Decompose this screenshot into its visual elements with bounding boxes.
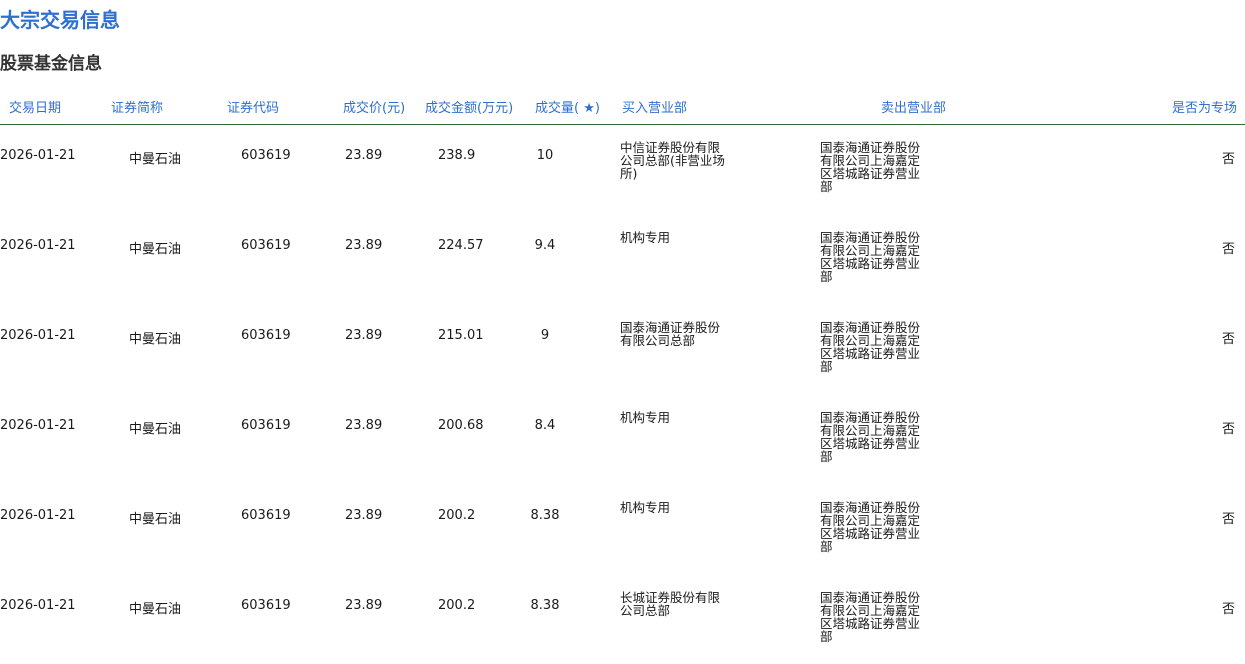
table-row: 2026-01-21 中曼石油 603619 23.89 200.68 8.4 … (0, 388, 1245, 478)
cell-buyer: 长城证券股份有限公司总部 (620, 590, 721, 618)
cell-code: 603619 (241, 418, 291, 433)
cell-name: 中曼石油 (129, 512, 182, 527)
page-title: 大宗交易信息 (0, 8, 120, 32)
cell-seller: 国泰海通证券股份有限公司上海嘉定区塔城路证券营业部 (820, 500, 921, 554)
column-header-buyer[interactable]: 买入营业部 (622, 97, 687, 116)
cell-volume: 9.4 (534, 238, 556, 253)
cell-date: 2026-01-21 (0, 508, 76, 523)
cell-volume: 8.38 (530, 508, 560, 523)
cell-amount: 200.68 (438, 418, 484, 433)
cell-special: 否 (1221, 602, 1235, 617)
cell-amount: 200.2 (438, 508, 476, 523)
cell-special: 否 (1221, 332, 1235, 347)
table-row: 2026-01-21 中曼石油 603619 23.89 215.01 9 国泰… (0, 298, 1245, 388)
cell-price: 23.89 (345, 328, 383, 343)
cell-amount: 215.01 (438, 328, 484, 343)
cell-code: 603619 (241, 508, 291, 523)
cell-special: 否 (1221, 512, 1235, 527)
cell-code: 603619 (241, 148, 291, 163)
cell-seller: 国泰海通证券股份有限公司上海嘉定区塔城路证券营业部 (820, 230, 921, 284)
cell-price: 23.89 (345, 508, 383, 523)
cell-special: 否 (1221, 422, 1235, 437)
cell-seller: 国泰海通证券股份有限公司上海嘉定区塔城路证券营业部 (820, 410, 921, 464)
cell-volume: 9 (540, 328, 550, 343)
cell-date: 2026-01-21 (0, 328, 76, 343)
cell-volume: 8.4 (534, 418, 556, 433)
table-row: 2026-01-21 中曼石油 603619 23.89 238.9 10 中信… (0, 118, 1245, 208)
cell-price: 23.89 (345, 418, 383, 433)
column-header-trade-date[interactable]: 交易日期 (9, 97, 61, 116)
cell-name: 中曼石油 (129, 332, 182, 347)
column-header-security-code[interactable]: 证券代码 (227, 97, 279, 116)
table-row: 2026-01-21 中曼石油 603619 23.89 224.57 9.4 … (0, 208, 1245, 298)
cell-special: 否 (1221, 242, 1235, 257)
cell-seller: 国泰海通证券股份有限公司上海嘉定区塔城路证券营业部 (820, 320, 921, 374)
cell-amount: 200.2 (438, 598, 476, 613)
cell-code: 603619 (241, 598, 291, 613)
cell-date: 2026-01-21 (0, 148, 76, 163)
cell-price: 23.89 (345, 148, 383, 163)
page: 大宗交易信息 股票基金信息 交易日期 证券简称 证券代码 成交价(元) 成交金额… (0, 0, 1245, 664)
column-header-amount[interactable]: 成交金额(万元) (425, 97, 513, 116)
cell-name: 中曼石油 (129, 152, 182, 167)
column-header-security-name[interactable]: 证券简称 (111, 97, 163, 116)
cell-name: 中曼石油 (129, 242, 182, 257)
cell-buyer: 机构专用 (620, 230, 671, 245)
cell-price: 23.89 (345, 598, 383, 613)
column-header-volume[interactable]: 成交量( ★) (535, 97, 600, 116)
cell-buyer: 国泰海通证券股份有限公司总部 (620, 320, 721, 348)
column-header-special[interactable]: 是否为专场 (1172, 97, 1237, 116)
cell-seller: 国泰海通证券股份有限公司上海嘉定区塔城路证券营业部 (820, 140, 921, 194)
column-header-price[interactable]: 成交价(元) (343, 97, 405, 116)
cell-price: 23.89 (345, 238, 383, 253)
cell-name: 中曼石油 (129, 602, 182, 617)
cell-code: 603619 (241, 238, 291, 253)
cell-seller: 国泰海通证券股份有限公司上海嘉定区塔城路证券营业部 (820, 590, 921, 644)
cell-amount: 238.9 (438, 148, 476, 163)
cell-buyer: 机构专用 (620, 410, 671, 425)
cell-volume: 8.38 (530, 598, 560, 613)
cell-code: 603619 (241, 328, 291, 343)
cell-date: 2026-01-21 (0, 418, 76, 433)
cell-buyer: 机构专用 (620, 500, 671, 515)
cell-date: 2026-01-21 (0, 238, 76, 253)
cell-special: 否 (1221, 152, 1235, 167)
column-header-seller[interactable]: 卖出营业部 (881, 97, 946, 116)
cell-buyer: 中信证券股份有限公司总部(非营业场所) (620, 140, 725, 181)
table-row: 2026-01-21 中曼石油 603619 23.89 200.2 8.38 … (0, 568, 1245, 658)
cell-amount: 224.57 (438, 238, 484, 253)
cell-name: 中曼石油 (129, 422, 182, 437)
section-title: 股票基金信息 (0, 54, 102, 74)
cell-volume: 10 (536, 148, 554, 163)
cell-date: 2026-01-21 (0, 598, 76, 613)
table-row: 2026-01-21 中曼石油 603619 23.89 200.2 8.38 … (0, 478, 1245, 568)
